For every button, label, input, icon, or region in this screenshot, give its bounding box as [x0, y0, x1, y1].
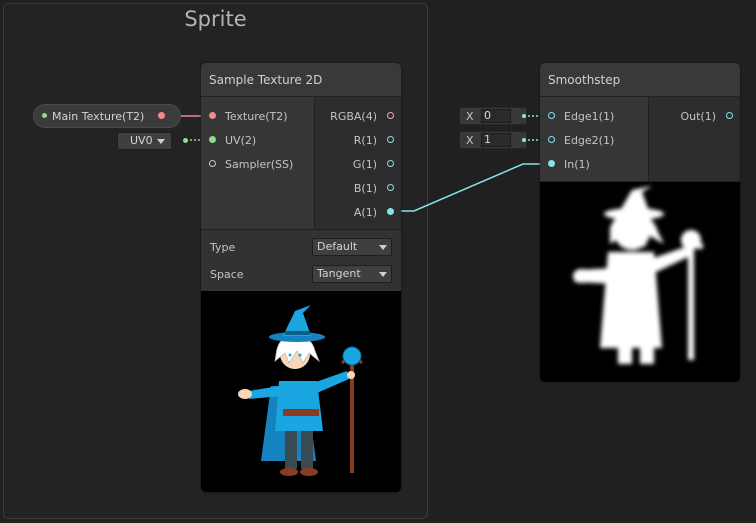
uv-in-port[interactable] [209, 136, 216, 143]
main-texture-label: Main Texture(T2) [52, 110, 145, 123]
smoothstep-title[interactable]: Smoothstep [540, 63, 740, 97]
space-dropdown[interactable]: Tangent [312, 265, 392, 283]
b-out-port[interactable] [387, 184, 394, 191]
in-in-port[interactable] [548, 160, 555, 167]
edge2-in-label: Edge2(1) [564, 134, 615, 147]
edge1-input[interactable]: 0 [481, 109, 511, 123]
smoothstep-inputs-panel: Edge1(1) Edge2(1) In(1) [540, 97, 648, 181]
edge2-input[interactable]: 1 [481, 133, 511, 147]
g-out-port[interactable] [387, 160, 394, 167]
chevron-down-icon [379, 272, 387, 277]
type-value: Default [317, 240, 358, 253]
in-in-label: In(1) [564, 158, 590, 171]
uv-in-label: UV(2) [225, 134, 257, 147]
main-texture-out-port[interactable] [158, 112, 165, 119]
a-out-port[interactable] [387, 208, 394, 215]
rgba-out-label: RGBA(4) [330, 110, 377, 123]
edge1-value-field[interactable]: X 0 [459, 107, 527, 125]
type-dropdown[interactable]: Default [312, 238, 392, 256]
edge2-value-field[interactable]: X 1 [459, 131, 527, 149]
sampler-in-label: Sampler(SS) [225, 158, 294, 171]
wire-alpha-to-in [389, 163, 552, 212]
sample-outputs-panel: RGBA(4) R(1) G(1) B(1) A(1) [314, 97, 401, 229]
edge1-field-port-icon [522, 114, 526, 118]
smoothstep-mask-image [573, 186, 704, 364]
property-dot-icon [42, 113, 47, 118]
sample-texture-title[interactable]: Sample Texture 2D [201, 63, 401, 97]
edge2-in-port[interactable] [548, 136, 555, 143]
rgba-out-port[interactable] [387, 112, 394, 119]
sample-texture-node[interactable]: Sample Texture 2D Texture(T2) UV(2) Samp… [201, 63, 401, 492]
chevron-down-icon [379, 245, 387, 250]
g-out-label: G(1) [352, 158, 377, 171]
edge2-axis-label: X [466, 134, 474, 147]
sampler-in-port[interactable] [209, 160, 216, 167]
uv-channel-value: UV0 [130, 134, 153, 147]
b-out-label: B(1) [353, 182, 377, 195]
smoothstep-preview [540, 181, 740, 382]
wizard-sprite-image [238, 305, 364, 476]
space-value: Tangent [317, 267, 361, 280]
edge2-field-port-icon [522, 138, 526, 142]
edge1-in-port[interactable] [548, 112, 555, 119]
sample-texture-preview [201, 291, 401, 492]
sample-settings-panel: Type Default Space Tangent [201, 229, 401, 291]
type-label: Type [210, 241, 236, 254]
out-port[interactable] [726, 112, 733, 119]
out-label: Out(1) [680, 110, 716, 123]
uv-channel-dropdown[interactable]: UV0 [117, 132, 172, 150]
a-out-label: A(1) [353, 206, 377, 219]
smoothstep-node[interactable]: Smoothstep Edge1(1) Edge2(1) In(1) Out(1… [540, 63, 740, 382]
space-label: Space [210, 268, 244, 281]
r-out-label: R(1) [353, 134, 377, 147]
edge1-axis-label: X [466, 110, 474, 123]
texture-in-label: Texture(T2) [225, 110, 288, 123]
chevron-down-icon [157, 139, 165, 144]
main-texture-node[interactable]: Main Texture(T2) [33, 104, 181, 128]
smoothstep-outputs-panel: Out(1) [648, 97, 740, 181]
texture-in-port[interactable] [209, 112, 216, 119]
r-out-port[interactable] [387, 136, 394, 143]
edge1-in-label: Edge1(1) [564, 110, 615, 123]
sample-inputs-panel: Texture(T2) UV(2) Sampler(SS) [201, 97, 314, 229]
uv-dropdown-port-dot-icon [183, 138, 188, 143]
